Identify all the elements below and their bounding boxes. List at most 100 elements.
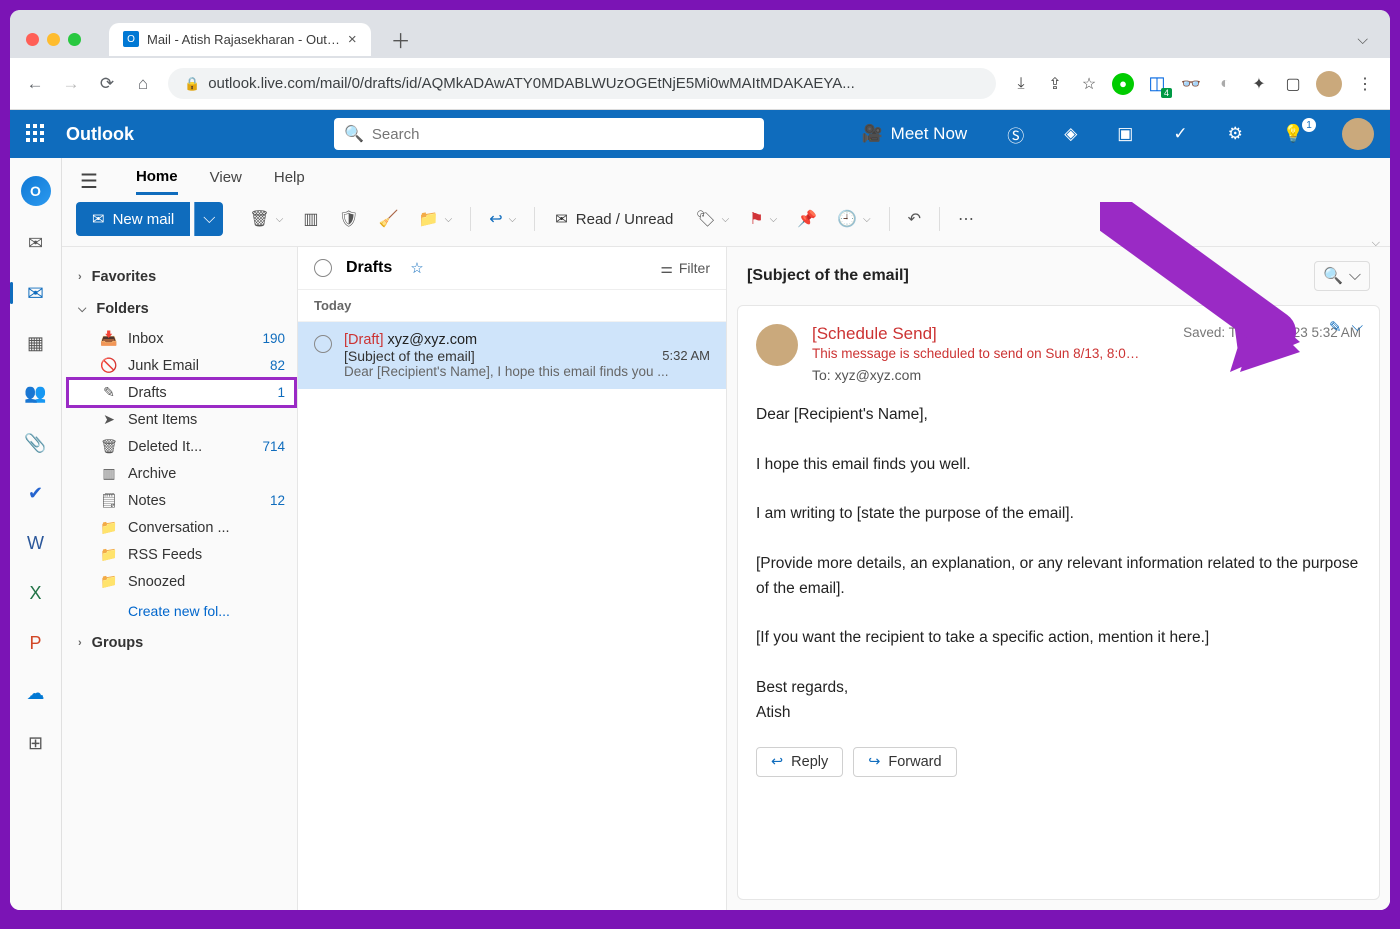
- tab-help[interactable]: Help: [274, 169, 305, 193]
- teams-icon[interactable]: ▣: [1107, 120, 1143, 148]
- user-avatar[interactable]: [1342, 118, 1374, 150]
- folder-drafts[interactable]: ✎Drafts1: [68, 379, 295, 406]
- folder-inbox[interactable]: 📥Inbox190: [68, 325, 295, 352]
- minimize-window-icon[interactable]: [47, 33, 60, 46]
- extensions-puzzle-icon[interactable]: ✦: [1248, 73, 1270, 95]
- install-pwa-icon[interactable]: ⤓: [1010, 73, 1032, 95]
- chevron-down-icon: ⌵: [78, 303, 86, 316]
- folder-rss[interactable]: 📁RSS Feeds: [68, 541, 295, 568]
- new-mail-label: New mail: [113, 211, 175, 228]
- inbox-icon: 📥: [100, 330, 118, 347]
- favorites-header[interactable]: › Favorites: [68, 261, 295, 293]
- sweep-button[interactable]: 🧹: [371, 203, 407, 235]
- undo-button[interactable]: ↶: [900, 203, 929, 235]
- moveto-button[interactable]: 📁⌵: [411, 203, 461, 235]
- forward-button[interactable]: ↪ Forward: [853, 747, 956, 777]
- ribbon-actions: ✉ New mail ⌵ 🗑⌵ ▥ 🛡 🧹 📁⌵ ↩⌵ ✉ Read / Unr…: [62, 196, 1390, 247]
- edit-pencil-icon[interactable]: ✎: [1329, 318, 1342, 336]
- snooze-button[interactable]: 🕘⌵: [829, 203, 879, 235]
- todo-icon[interactable]: ✓: [1163, 120, 1197, 148]
- pin-button[interactable]: 📌: [789, 203, 825, 235]
- folder-sent[interactable]: ➤Sent Items: [68, 406, 295, 433]
- folder-archive[interactable]: ▥Archive: [68, 460, 295, 487]
- folders-header[interactable]: ⌵ Folders: [68, 293, 295, 325]
- extension-grey-icon[interactable]: ◐: [1214, 73, 1236, 95]
- tab-overflow-icon[interactable]: ⌵: [1357, 31, 1368, 48]
- reload-button[interactable]: ⟳: [96, 74, 118, 94]
- ribbon-expand-icon[interactable]: ⌵: [1372, 237, 1380, 250]
- new-mail-button[interactable]: ✉ New mail: [76, 202, 190, 236]
- draft-tag: [Draft]: [344, 332, 383, 348]
- hamburger-icon[interactable]: ☰: [80, 169, 98, 194]
- favorite-star-icon[interactable]: ☆: [410, 259, 423, 277]
- message-checkbox[interactable]: [314, 335, 332, 353]
- reply-button[interactable]: ↩ Reply: [756, 747, 843, 777]
- folder-notes[interactable]: 🗒Notes12: [68, 487, 295, 514]
- search-input[interactable]: [372, 126, 754, 143]
- outlook-app-icon[interactable]: O: [21, 176, 51, 206]
- extension-green-icon[interactable]: ●: [1112, 73, 1134, 95]
- expand-chevron-icon[interactable]: ⌵: [1352, 318, 1363, 336]
- report-button[interactable]: 🛡: [330, 203, 366, 235]
- back-button[interactable]: ←: [24, 74, 46, 94]
- people-nav-icon[interactable]: 👥: [23, 380, 49, 406]
- schedule-send-message: This message is scheduled to send on Sun…: [812, 346, 1142, 361]
- new-mail-dropdown[interactable]: ⌵: [194, 202, 223, 236]
- address-bar[interactable]: 🔒 outlook.live.com/mail/0/drafts/id/AQMk…: [168, 68, 996, 99]
- files-nav-icon[interactable]: 📎: [23, 430, 49, 456]
- browser-actions: ⤓ ⇪ ☆ ● ◫4 👓 ◐ ✦ ▢ ⋮: [1010, 71, 1376, 97]
- premium-icon[interactable]: ◈: [1054, 120, 1087, 148]
- forward-button[interactable]: →: [60, 74, 82, 94]
- share-icon[interactable]: ⇪: [1044, 73, 1066, 95]
- tab-view[interactable]: View: [210, 169, 242, 193]
- skype-icon[interactable]: Ⓢ: [997, 118, 1034, 151]
- reply-all-button[interactable]: ↩⌵: [481, 203, 524, 235]
- more-actions-button[interactable]: ⋯: [950, 203, 982, 235]
- new-tab-button[interactable]: ＋: [391, 25, 411, 54]
- calendar-nav-icon[interactable]: ▦: [23, 330, 49, 356]
- extension-glasses-icon[interactable]: 👓: [1180, 73, 1202, 95]
- app-launcher-icon[interactable]: [26, 124, 46, 144]
- create-folder-link[interactable]: Create new fol...: [68, 595, 295, 627]
- bookmark-icon[interactable]: ☆: [1078, 73, 1100, 95]
- word-app-icon[interactable]: W: [23, 530, 49, 556]
- fullscreen-window-icon[interactable]: [68, 33, 81, 46]
- folder-junk[interactable]: 🚫Junk Email82: [68, 352, 295, 379]
- browser-tab[interactable]: O Mail - Atish Rajasekharan - Out… ×: [109, 23, 371, 56]
- read-unread-button[interactable]: ✉ Read / Unread: [545, 204, 683, 234]
- folder-deleted[interactable]: 🗑Deleted It...714: [68, 433, 295, 460]
- tips-bulb-icon[interactable]: 💡1: [1273, 120, 1314, 148]
- groups-header[interactable]: › Groups: [68, 627, 295, 659]
- meet-now-button[interactable]: 🎥 Meet Now: [851, 120, 977, 148]
- zoom-control[interactable]: 🔍 ⌵: [1314, 261, 1370, 291]
- settings-gear-icon[interactable]: ⚙: [1218, 120, 1253, 148]
- close-tab-icon[interactable]: ×: [348, 31, 357, 48]
- delete-button[interactable]: 🗑⌵: [241, 203, 291, 235]
- browser-menu-icon[interactable]: ⋮: [1354, 73, 1376, 95]
- folder-icon: 📁: [100, 573, 118, 590]
- mail-nav-icon[interactable]: ✉: [23, 280, 49, 306]
- separator: [939, 207, 940, 231]
- filter-icon: ⚌: [660, 260, 673, 277]
- extension-bookmark-badge-icon[interactable]: ◫4: [1146, 73, 1168, 95]
- powerpoint-app-icon[interactable]: P: [23, 630, 49, 656]
- tab-home[interactable]: Home: [136, 168, 178, 195]
- sidepanel-icon[interactable]: ▢: [1282, 73, 1304, 95]
- onedrive-app-icon[interactable]: ☁: [23, 680, 49, 706]
- select-all-checkbox[interactable]: [314, 259, 332, 277]
- folder-snoozed[interactable]: 📁Snoozed: [68, 568, 295, 595]
- folder-conversation[interactable]: 📁Conversation ...: [68, 514, 295, 541]
- excel-app-icon[interactable]: X: [23, 580, 49, 606]
- more-apps-icon[interactable]: ⊞: [23, 730, 49, 756]
- filter-button[interactable]: ⚌ Filter: [660, 260, 710, 277]
- home-button[interactable]: ⌂: [132, 74, 154, 94]
- search-box[interactable]: 🔍: [334, 118, 764, 150]
- browser-profile-avatar[interactable]: [1316, 71, 1342, 97]
- flag-button[interactable]: ⚑⌵: [741, 203, 785, 235]
- mail-compact-icon[interactable]: ✉: [23, 230, 49, 256]
- archive-button[interactable]: ▥: [295, 203, 326, 235]
- tag-button[interactable]: 🏷⌵: [687, 203, 737, 235]
- todo-nav-icon[interactable]: ✔: [23, 480, 49, 506]
- message-item[interactable]: [Draft] xyz@xyz.com [Subject of the emai…: [298, 322, 726, 389]
- close-window-icon[interactable]: [26, 33, 39, 46]
